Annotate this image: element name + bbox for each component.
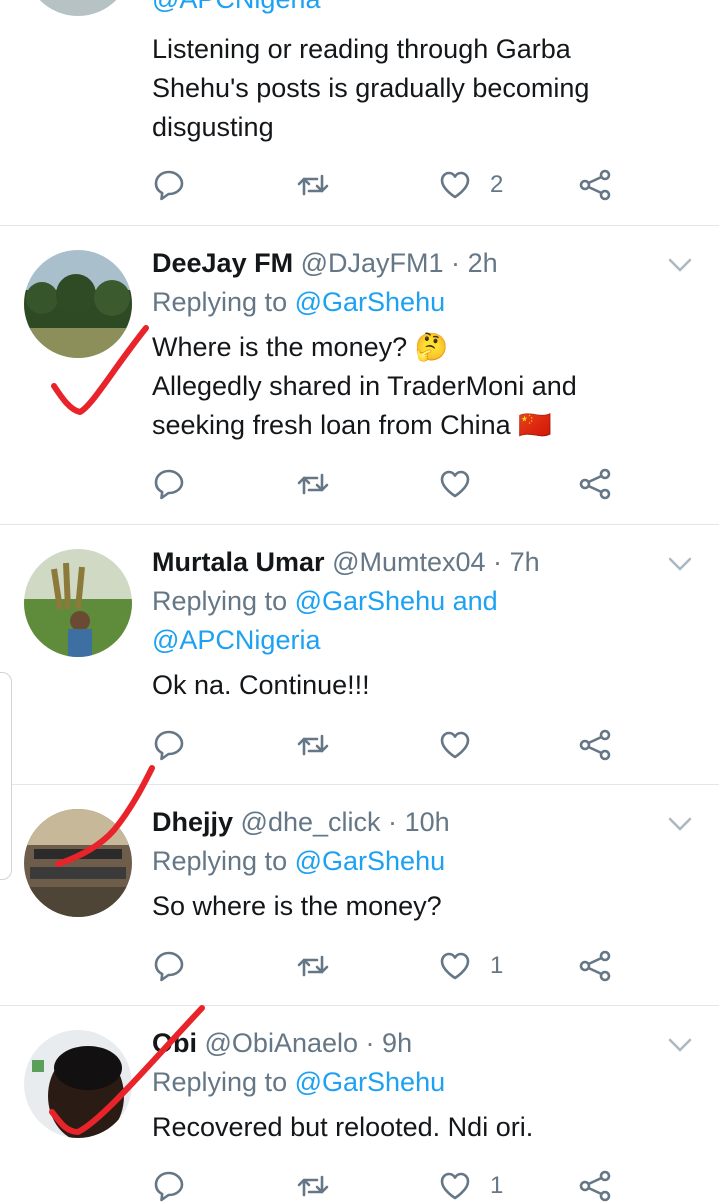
user-handle[interactable]: @DJayFM1	[301, 248, 444, 278]
share-button[interactable]	[578, 464, 612, 504]
tweet-actions: 1	[152, 1166, 632, 1204]
timestamp: 9h	[382, 1028, 413, 1058]
tweet-item[interactable]: DeeJay FM @DJayFM1 · 2h Replying to @Gar…	[0, 226, 719, 525]
heart-icon	[438, 467, 472, 501]
retweet-button[interactable]	[296, 464, 330, 504]
tweet-item[interactable]: Murtala Umar @Mumtex04 · 7h Replying to …	[0, 525, 719, 785]
tweet-header: DeeJay FM @DJayFM1 · 2h	[152, 248, 498, 278]
retweet-button[interactable]	[296, 1166, 330, 1204]
user-handle[interactable]: @Mumtex04	[332, 547, 485, 577]
share-icon	[578, 467, 612, 501]
share-icon	[578, 1169, 612, 1203]
reply-to-link[interactable]: @GarShehu	[295, 846, 446, 876]
display-name[interactable]: Obi	[152, 1028, 197, 1058]
share-button[interactable]	[578, 1166, 612, 1204]
like-count: 2	[490, 171, 504, 198]
reply-context: Replying to @GarShehu and @APCNigeria	[152, 586, 498, 655]
heart-icon	[438, 1169, 472, 1203]
user-handle[interactable]: @ObiAnaelo	[205, 1028, 359, 1058]
share-icon	[578, 949, 612, 983]
tweet-actions: 2	[152, 165, 632, 205]
tweet-item[interactable]: Obi @ObiAnaelo · 9h Replying to @GarSheh…	[0, 1006, 719, 1204]
avatar[interactable]	[24, 809, 132, 917]
tweet-header: Murtala Umar @Mumtex04 · 7h	[152, 547, 540, 577]
tweet-text: So where is the money?	[152, 891, 442, 921]
tweet-actions	[152, 464, 632, 504]
tweet-text: Ok na. Continue!!!	[152, 670, 370, 700]
user-handle[interactable]: @dhe_click	[241, 807, 381, 837]
timestamp: 2h	[467, 248, 498, 278]
like-button[interactable]: 1	[438, 1166, 503, 1204]
tweet-text: Listening or reading through Garba Shehu…	[152, 34, 590, 142]
like-button[interactable]	[438, 464, 490, 504]
display-name[interactable]: DeeJay FM	[152, 248, 293, 278]
like-count: 1	[490, 952, 504, 979]
side-panel-edge[interactable]	[0, 672, 12, 880]
retweet-button[interactable]	[296, 946, 330, 986]
reply-button[interactable]	[152, 946, 186, 986]
display-name[interactable]: Murtala Umar	[152, 547, 325, 577]
like-button[interactable]: 1	[438, 946, 503, 986]
timestamp: 7h	[509, 547, 540, 577]
tweet-header: Dhejjy @dhe_click · 10h	[152, 807, 450, 837]
tweet-item[interactable]: Dhejjy @dhe_click · 10h Replying to @Gar…	[0, 785, 719, 1006]
reply-button[interactable]	[152, 725, 186, 765]
like-button[interactable]	[438, 725, 490, 765]
reply-context: Replying to @GarShehu	[152, 846, 446, 876]
like-button[interactable]: 2	[438, 165, 503, 205]
reply-icon	[152, 168, 186, 202]
retweet-icon	[296, 467, 330, 501]
retweet-icon	[296, 1169, 330, 1203]
reply-to-link[interactable]: @GarShehu	[295, 287, 446, 317]
retweet-button[interactable]	[296, 165, 330, 205]
tweet-actions: 1	[152, 946, 632, 986]
retweet-icon	[296, 728, 330, 762]
heart-icon	[438, 168, 472, 202]
reply-button[interactable]	[152, 1166, 186, 1204]
reply-icon	[152, 728, 186, 762]
share-icon	[578, 168, 612, 202]
like-count: 1	[490, 1172, 504, 1199]
tweet-actions	[152, 725, 632, 765]
share-button[interactable]	[578, 946, 612, 986]
tweet-text: Where is the money? 🤔 Allegedly shared i…	[152, 332, 577, 440]
reply-button[interactable]	[152, 165, 186, 205]
retweet-icon	[296, 949, 330, 983]
reply-icon	[152, 467, 186, 501]
avatar[interactable]	[24, 250, 132, 358]
share-button[interactable]	[578, 165, 612, 205]
timestamp: 10h	[404, 807, 450, 837]
reply-to-link[interactable]: @GarShehu	[295, 586, 446, 616]
avatar[interactable]	[24, 549, 132, 657]
heart-icon	[438, 949, 472, 983]
retweet-icon	[296, 168, 330, 202]
reply-to-link[interactable]: @GarShehu	[295, 1067, 446, 1097]
heart-icon	[438, 728, 472, 762]
reply-to-link[interactable]: @APCNigeria	[152, 0, 320, 14]
avatar[interactable]	[24, 1030, 132, 1138]
chevron-down-icon[interactable]	[667, 811, 693, 837]
reply-icon	[152, 1169, 186, 1203]
tweet-text: Recovered but relooted. Ndi ori.	[152, 1112, 534, 1142]
reply-context: Replying to @GarShehu	[152, 1067, 446, 1097]
display-name[interactable]: Dhejjy	[152, 807, 233, 837]
reply-to-link[interactable]: @APCNigeria	[152, 625, 320, 655]
avatar[interactable]	[24, 0, 132, 16]
chevron-down-icon[interactable]	[667, 551, 693, 577]
reply-button[interactable]	[152, 464, 186, 504]
tweet-item[interactable]: @APCNigeria Listening or reading through…	[0, 0, 719, 226]
share-icon	[578, 728, 612, 762]
reply-icon	[152, 949, 186, 983]
chevron-down-icon[interactable]	[667, 1032, 693, 1058]
reply-context: Replying to @GarShehu	[152, 287, 446, 317]
reply-context: @APCNigeria	[152, 0, 659, 19]
tweet-header: Obi @ObiAnaelo · 9h	[152, 1028, 413, 1058]
chevron-down-icon[interactable]	[667, 252, 693, 278]
retweet-button[interactable]	[296, 725, 330, 765]
share-button[interactable]	[578, 725, 612, 765]
